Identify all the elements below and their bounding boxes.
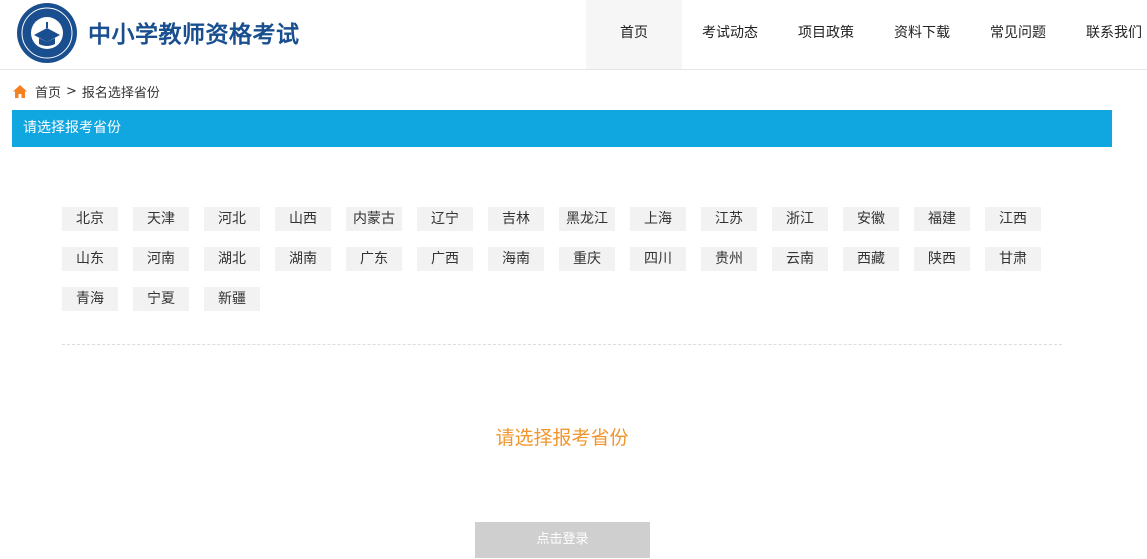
province-list: 北京 天津 河北 山西 内蒙古 辽宁 吉林 黑龙江 上海 江苏 浙江 安徽 福建…	[62, 207, 1062, 311]
province-button[interactable]: 上海	[630, 207, 686, 231]
province-button[interactable]: 重庆	[559, 247, 615, 271]
province-button[interactable]: 贵州	[701, 247, 757, 271]
province-button[interactable]: 北京	[62, 207, 118, 231]
nav-item-downloads[interactable]: 资料下载	[874, 0, 970, 69]
province-button[interactable]: 河北	[204, 207, 260, 231]
breadcrumb: 首页 > 报名选择省份	[12, 82, 160, 101]
province-button[interactable]: 海南	[488, 247, 544, 271]
province-button[interactable]: 河南	[133, 247, 189, 271]
province-button[interactable]: 湖北	[204, 247, 260, 271]
nav-item-faq[interactable]: 常见问题	[970, 0, 1066, 69]
province-button[interactable]: 宁夏	[133, 287, 189, 311]
province-button[interactable]: 青海	[62, 287, 118, 311]
province-button[interactable]: 江西	[985, 207, 1041, 231]
province-button[interactable]: 内蒙古	[346, 207, 402, 231]
logo-emblem-icon[interactable]	[16, 2, 78, 64]
main-nav: 首页 考试动态 项目政策 资料下载 常见问题 联系我们	[586, 0, 1147, 69]
breadcrumb-separator: >	[66, 83, 77, 99]
province-button[interactable]: 辽宁	[417, 207, 473, 231]
province-button[interactable]: 广东	[346, 247, 402, 271]
province-button[interactable]: 湖南	[275, 247, 331, 271]
province-button[interactable]: 天津	[133, 207, 189, 231]
province-button[interactable]: 福建	[914, 207, 970, 231]
province-button[interactable]: 广西	[417, 247, 473, 271]
select-province-prompt: 请选择报考省份	[495, 427, 629, 449]
province-button[interactable]: 新疆	[204, 287, 260, 311]
nav-item-exam-news[interactable]: 考试动态	[682, 0, 778, 69]
dashed-divider	[62, 344, 1062, 345]
breadcrumb-home-link[interactable]: 首页	[35, 82, 61, 101]
province-button[interactable]: 山西	[275, 207, 331, 231]
province-button[interactable]: 陕西	[914, 247, 970, 271]
province-button[interactable]: 西藏	[843, 247, 899, 271]
home-icon[interactable]	[12, 84, 28, 99]
province-button[interactable]: 安徽	[843, 207, 899, 231]
province-button[interactable]: 吉林	[488, 207, 544, 231]
province-button[interactable]: 甘肃	[985, 247, 1041, 271]
province-button[interactable]: 云南	[772, 247, 828, 271]
province-button[interactable]: 山东	[62, 247, 118, 271]
site-title[interactable]: 中小学教师资格考试	[88, 15, 300, 49]
nav-item-policy[interactable]: 项目政策	[778, 0, 874, 69]
site-header: 中小学教师资格考试 首页 考试动态 项目政策 资料下载 常见问题 联系我们	[0, 0, 1147, 70]
province-button[interactable]: 浙江	[772, 207, 828, 231]
nav-item-contact[interactable]: 联系我们	[1066, 0, 1147, 69]
province-button[interactable]: 黑龙江	[559, 207, 615, 231]
section-title-bar: 请选择报考省份	[12, 110, 1112, 147]
nav-item-home[interactable]: 首页	[586, 0, 682, 69]
login-button[interactable]: 点击登录	[475, 522, 650, 558]
province-button[interactable]: 四川	[630, 247, 686, 271]
breadcrumb-current: 报名选择省份	[81, 85, 160, 101]
province-button[interactable]: 江苏	[701, 207, 757, 231]
